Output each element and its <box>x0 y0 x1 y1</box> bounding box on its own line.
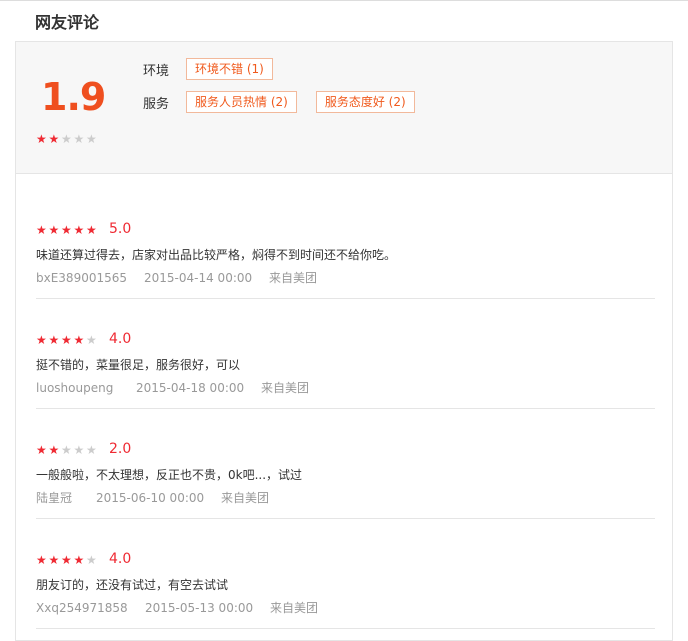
review-score: 4.0 <box>109 551 132 567</box>
top-divider <box>0 0 688 1</box>
review-meta: Xxq254971858 2015-05-13 00:00 来自美团 <box>36 599 318 616</box>
review-time: 2015-04-18 00:00 <box>136 381 245 395</box>
review-item: ★ ★ ★ ★ ★ 4.0 朋友订的，还没有试过，有空去试试 Xxq254971858 2… <box>36 518 655 629</box>
review-user: Xxq254971858 <box>36 601 128 615</box>
star-icon: ★ <box>48 443 60 457</box>
review-user: 陆皇冠 <box>36 491 73 505</box>
overall-score: 1.9 <box>41 75 106 119</box>
review-stars: ★ ★ ★ ★ ★ <box>36 553 99 567</box>
tag-group-label: 服务 <box>143 96 170 112</box>
tag-environment-good[interactable]: 环境不错 (1) <box>186 58 273 80</box>
tag-group-label: 环境 <box>143 63 170 79</box>
review-stars: ★ ★ ★ ★ ★ <box>36 443 99 457</box>
star-icon: ★ <box>48 223 60 237</box>
review-text: 朋友订的，还没有试过，有空去试试 <box>36 578 229 592</box>
section-title: 网友评论 <box>35 13 100 32</box>
star-icon: ★ <box>86 223 97 237</box>
star-icon: ★ <box>73 553 85 567</box>
star-icon: ★ <box>61 223 72 237</box>
rating-summary: 1.9 ★ ★ ★ ★ ★ 环境 环境不错 (1) 服务 服务人员热情 (2) 服务态度… <box>16 42 672 174</box>
review-meta: 陆皇冠 2015-06-10 00:00 来自美团 <box>36 489 269 506</box>
review-score: 4.0 <box>109 331 132 347</box>
overall-stars: ★ ★ ★ ★ ★ <box>36 132 99 146</box>
star-icon: ★ <box>36 443 47 457</box>
star-icon: ★ <box>86 132 97 146</box>
review-score: 2.0 <box>109 441 132 457</box>
review-time: 2015-05-13 00:00 <box>145 601 254 615</box>
star-icon: ★ <box>61 443 72 457</box>
star-icon: ★ <box>73 132 85 146</box>
star-icon: ★ <box>36 553 47 567</box>
review-source: 来自美团 <box>269 271 318 285</box>
review-stars: ★ ★ ★ ★ ★ <box>36 223 99 237</box>
tag-row-service: 服务 服务人员热情 (2) 服务态度好 (2) <box>143 90 434 114</box>
star-icon: ★ <box>73 443 85 457</box>
star-icon: ★ <box>48 333 60 347</box>
star-icon: ★ <box>86 333 97 347</box>
star-icon: ★ <box>73 333 85 347</box>
star-icon: ★ <box>73 223 85 237</box>
review-item: ★ ★ ★ ★ ★ 5.0 味道还算过得去，店家对出品比较严格，焖得不到时间还不给你吃。… <box>36 188 655 299</box>
review-user: luoshoupeng <box>36 381 114 395</box>
star-icon: ★ <box>36 223 47 237</box>
review-meta: luoshoupeng 2015-04-18 00:00 来自美团 <box>36 379 309 396</box>
review-source: 来自美团 <box>261 381 310 395</box>
review-text: 味道还算过得去，店家对出品比较严格，焖得不到时间还不给你吃。 <box>36 248 397 262</box>
star-icon: ★ <box>61 333 72 347</box>
star-icon: ★ <box>86 553 97 567</box>
review-source: 来自美团 <box>270 601 319 615</box>
star-icon: ★ <box>36 333 47 347</box>
review-source: 来自美团 <box>221 491 270 505</box>
review-text: 挺不错的，菜量很足，服务很好，可以 <box>36 358 241 372</box>
tag-service-good-attitude[interactable]: 服务态度好 (2) <box>315 91 415 113</box>
review-score: 5.0 <box>109 221 132 237</box>
review-meta: bxE389001565 2015-04-14 00:00 来自美团 <box>36 269 317 286</box>
review-stars: ★ ★ ★ ★ ★ <box>36 333 99 347</box>
tag-service-warm-staff[interactable]: 服务人员热情 (2) <box>186 91 297 113</box>
review-time: 2015-04-14 00:00 <box>144 271 253 285</box>
review-item: ★ ★ ★ ★ ★ 4.0 挺不错的，菜量很足，服务很好，可以 luoshoupeng 2… <box>36 298 655 409</box>
reviews-panel: 1.9 ★ ★ ★ ★ ★ 环境 环境不错 (1) 服务 服务人员热情 (2) 服务态度… <box>15 41 673 641</box>
star-icon: ★ <box>36 132 47 146</box>
star-icon: ★ <box>48 553 60 567</box>
review-user: bxE389001565 <box>36 271 128 285</box>
star-icon: ★ <box>61 132 72 146</box>
review-text: 一般般啦，不太理想，反正也不贵，0k吧...，试过 <box>36 468 303 482</box>
tag-row-environment: 环境 环境不错 (1) <box>143 57 292 81</box>
review-item: ★ ★ ★ ★ ★ 2.0 一般般啦，不太理想，反正也不贵，0k吧...，试过 陆皇冠 2… <box>36 408 655 519</box>
star-icon: ★ <box>48 132 60 146</box>
review-time: 2015-06-10 00:00 <box>96 491 205 505</box>
star-icon: ★ <box>61 553 72 567</box>
star-icon: ★ <box>86 443 97 457</box>
